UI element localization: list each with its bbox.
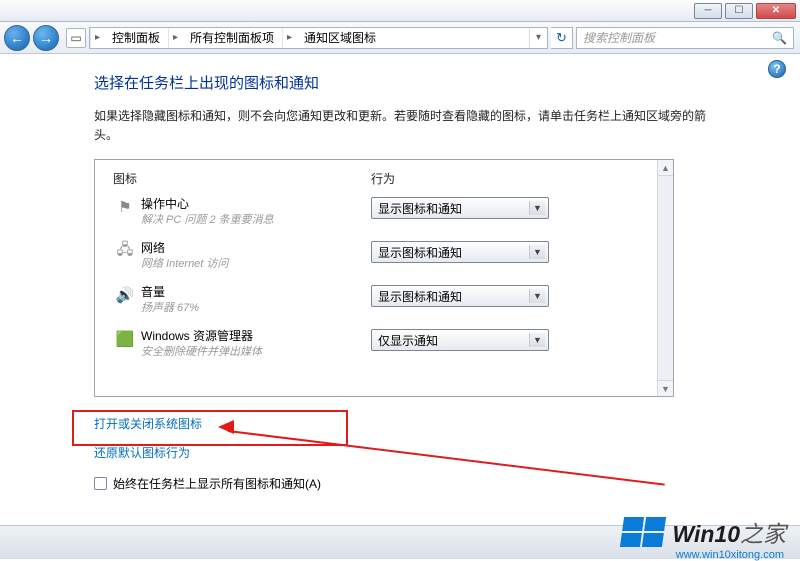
back-button[interactable]: ← xyxy=(4,25,30,51)
col-header-icon: 图标 xyxy=(113,170,371,187)
page-title: 选择在任务栏上出现的图标和通知 xyxy=(94,72,772,93)
select-value: 显示图标和通知 xyxy=(378,244,462,261)
behavior-select[interactable]: 仅显示通知 ▼ xyxy=(371,329,549,351)
select-value: 仅显示通知 xyxy=(378,332,438,349)
address-dropdown-icon[interactable]: ▾ xyxy=(529,28,547,48)
scroll-up-icon[interactable]: ▲ xyxy=(658,160,673,176)
help-icon[interactable]: ? xyxy=(768,60,786,78)
refresh-button[interactable]: ↻ xyxy=(551,27,573,49)
checkbox-label: 始终在任务栏上显示所有图标和通知(A) xyxy=(113,475,321,492)
watermark-url: www.win10xitong.com xyxy=(676,549,784,561)
search-input[interactable]: 搜索控制面板 🔍 xyxy=(576,27,794,49)
row-title: Windows 资源管理器 xyxy=(141,329,371,345)
behavior-select[interactable]: 显示图标和通知 ▼ xyxy=(371,241,549,263)
row-title: 网络 xyxy=(141,241,371,257)
col-header-action: 行为 xyxy=(371,170,395,187)
behavior-select[interactable]: 显示图标和通知 ▼ xyxy=(371,197,549,219)
minimize-button[interactable]: ─ xyxy=(694,3,722,19)
forward-button[interactable]: → xyxy=(33,25,59,51)
row-subtitle: 扬声器 67% xyxy=(141,301,371,315)
content-area: ? 选择在任务栏上出现的图标和通知 如果选择隐藏图标和通知，则不会向您通知更改和… xyxy=(0,54,800,559)
page-description: 如果选择隐藏图标和通知，则不会向您通知更改和更新。若要随时查看隐藏的图标，请单击… xyxy=(94,107,714,145)
arrow-right-icon: → xyxy=(39,30,53,46)
always-show-row[interactable]: 始终在任务栏上显示所有图标和通知(A) xyxy=(94,475,772,492)
volume-icon: 🔊 xyxy=(113,285,137,305)
breadcrumb-item[interactable]: 通知区域图标 xyxy=(296,28,384,48)
select-value: 显示图标和通知 xyxy=(378,200,462,217)
restore-defaults-link[interactable]: 还原默认图标行为 xyxy=(94,444,772,461)
close-button[interactable]: ✕ xyxy=(756,3,796,19)
chevron-right-icon: ▸ xyxy=(90,28,104,48)
chevron-down-icon: ▼ xyxy=(529,289,545,303)
watermark-text: Win10之家 xyxy=(672,515,786,549)
behavior-select[interactable]: 显示图标和通知 ▼ xyxy=(371,285,549,307)
address-app-icon[interactable]: ▭ xyxy=(66,28,86,48)
nav-bar: ← → ▭ ▸ 控制面板 ▸ 所有控制面板项 ▸ 通知区域图标 ▾ ↻ 搜索控制… xyxy=(0,22,800,54)
toggle-system-icons-link[interactable]: 打开或关闭系统图标 xyxy=(94,415,772,432)
arrow-left-icon: ← xyxy=(10,30,24,46)
row-subtitle: 解决 PC 问题 2 条重要消息 xyxy=(141,213,371,227)
breadcrumb-item[interactable]: 所有控制面板项 xyxy=(182,28,282,48)
row-subtitle: 安全删除硬件并弹出媒体 xyxy=(141,345,371,359)
icon-row: 🟩 Windows 资源管理器 安全删除硬件并弹出媒体 仅显示通知 ▼ xyxy=(113,329,655,359)
chevron-down-icon: ▼ xyxy=(529,201,545,215)
explorer-icon: 🟩 xyxy=(113,329,137,349)
select-value: 显示图标和通知 xyxy=(378,288,462,305)
chevron-down-icon: ▼ xyxy=(529,245,545,259)
breadcrumb-item[interactable]: 控制面板 xyxy=(104,28,168,48)
window-titlebar: ─ ☐ ✕ xyxy=(0,0,800,22)
icon-row: 🖧 网络 网络 Internet 访问 显示图标和通知 ▼ xyxy=(113,241,655,271)
chevron-right-icon: ▸ xyxy=(282,28,296,48)
row-title: 操作中心 xyxy=(141,197,371,213)
maximize-button[interactable]: ☐ xyxy=(725,3,753,19)
windows-logo-icon xyxy=(620,517,666,547)
refresh-icon: ↻ xyxy=(556,30,567,46)
scrollbar[interactable]: ▲ ▼ xyxy=(657,160,673,396)
icon-row: 🔊 音量 扬声器 67% 显示图标和通知 ▼ xyxy=(113,285,655,315)
watermark: Win10之家 xyxy=(622,515,786,549)
checkbox[interactable] xyxy=(94,477,107,490)
row-subtitle: 网络 Internet 访问 xyxy=(141,257,371,271)
icon-row: ⚑ 操作中心 解决 PC 问题 2 条重要消息 显示图标和通知 ▼ xyxy=(113,197,655,227)
chevron-right-icon: ▸ xyxy=(168,28,182,48)
chevron-down-icon: ▼ xyxy=(529,333,545,347)
search-placeholder: 搜索控制面板 xyxy=(583,29,655,46)
network-icon: 🖧 xyxy=(113,241,137,261)
row-title: 音量 xyxy=(141,285,371,301)
column-headers: 图标 行为 xyxy=(113,170,655,187)
icons-panel: ▲ ▼ 图标 行为 ⚑ 操作中心 解决 PC 问题 2 条重要消息 显示图标和通… xyxy=(94,159,674,397)
address-bar[interactable]: ▸ 控制面板 ▸ 所有控制面板项 ▸ 通知区域图标 ▾ xyxy=(89,27,548,49)
scroll-down-icon[interactable]: ▼ xyxy=(658,380,673,396)
flag-icon: ⚑ xyxy=(113,197,137,217)
search-icon: 🔍 xyxy=(772,31,787,45)
